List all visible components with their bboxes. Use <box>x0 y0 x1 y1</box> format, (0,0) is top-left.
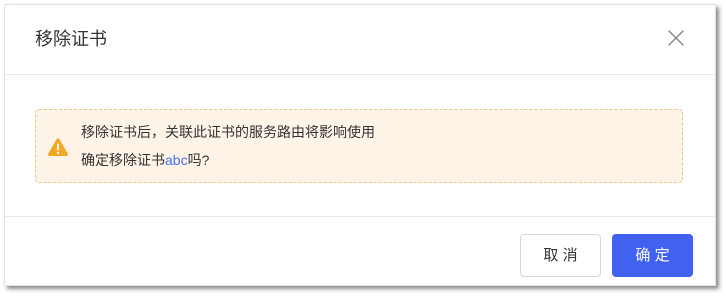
warning-alert: 移除证书后，关联此证书的服务路由将影响使用 确定移除证书abc吗? <box>35 109 683 183</box>
close-icon[interactable] <box>667 29 685 47</box>
dialog-title: 移除证书 <box>35 29 107 49</box>
alert-line-2: 确定移除证书abc吗? <box>81 146 375 174</box>
warning-icon <box>47 137 69 157</box>
remove-certificate-dialog: 移除证书 移除证书后，关联此证书的服务路由将影响使用 确定移除证书abc吗? 取… <box>4 4 716 286</box>
alert-line-2-suffix: 吗? <box>187 152 210 168</box>
confirm-button[interactable]: 确 定 <box>612 234 693 277</box>
cancel-button[interactable]: 取 消 <box>520 234 601 277</box>
alert-message: 移除证书后，关联此证书的服务路由将影响使用 确定移除证书abc吗? <box>81 118 375 174</box>
certificate-name: abc <box>165 152 188 168</box>
alert-line-2-prefix: 确定移除证书 <box>81 152 165 168</box>
alert-line-1: 移除证书后，关联此证书的服务路由将影响使用 <box>81 124 375 140</box>
dialog-footer: 取 消 确 定 <box>5 216 715 286</box>
dialog-header: 移除证书 <box>5 5 715 75</box>
